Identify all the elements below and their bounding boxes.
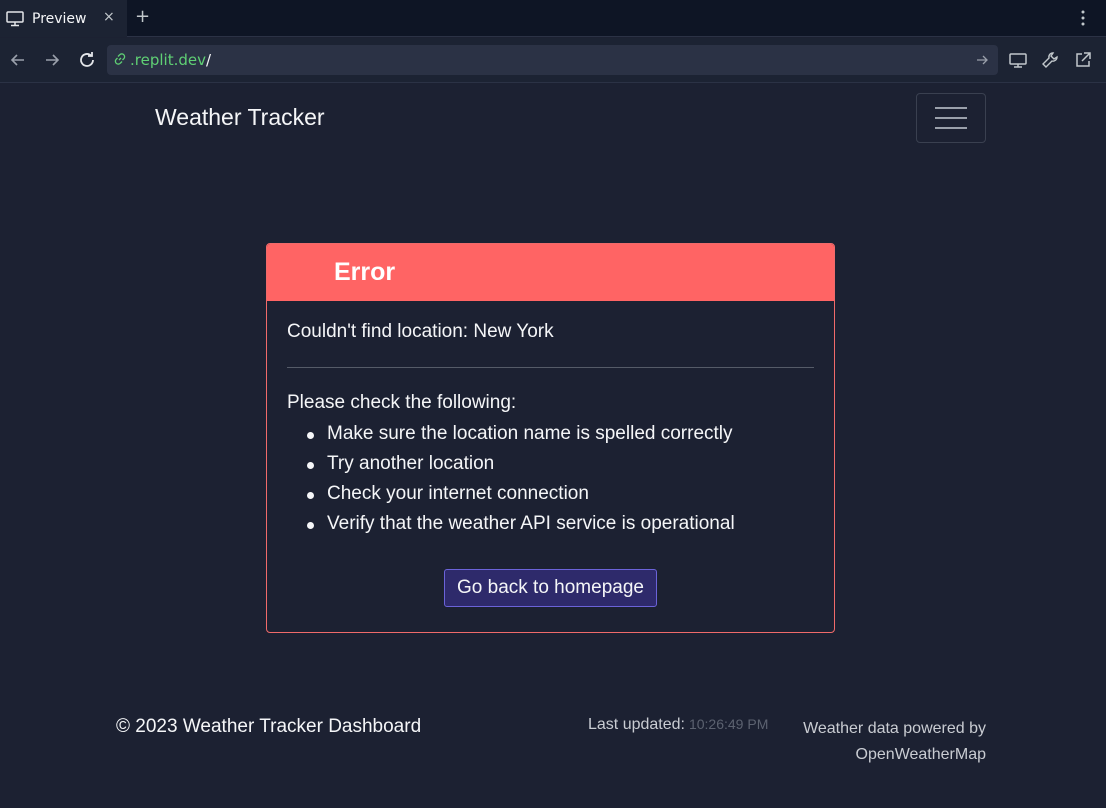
browser-tab-bar: Preview × + — [0, 0, 1106, 37]
list-item: Try another location — [307, 449, 814, 479]
divider — [287, 367, 814, 368]
app-page: Weather Tracker Error Couldn't find loca… — [0, 84, 1106, 808]
error-title: Error — [334, 258, 396, 286]
navbar-toggle-button[interactable] — [916, 93, 986, 143]
go-home-button[interactable]: Go back to homepage — [444, 569, 657, 607]
brand-title[interactable]: Weather Tracker — [155, 104, 325, 131]
url-host: .replit.dev — [130, 51, 206, 69]
footer-copyright: © 2023 Weather Tracker Dashboard — [116, 716, 422, 737]
wrench-icon[interactable] — [1040, 50, 1060, 70]
tab-title: Preview — [32, 10, 87, 27]
list-item: Verify that the weather API service is o… — [307, 509, 814, 539]
devices-icon[interactable] — [1008, 50, 1028, 70]
last-updated-label: Last updated: — [588, 716, 685, 733]
hamburger-icon-line — [935, 117, 967, 119]
more-options-icon[interactable] — [1074, 9, 1092, 27]
checks-list: Make sure the location name is spelled c… — [287, 419, 814, 539]
checks-title: Please check the following: — [287, 392, 517, 413]
hamburger-icon-line — [935, 127, 967, 129]
footer-powered-by: Weather data powered by OpenWeatherMap — [803, 720, 986, 763]
close-tab-icon[interactable]: × — [103, 9, 115, 25]
address-bar: .replit.dev / — [0, 38, 1106, 83]
error-card-body: Couldn't find location: New York Please … — [267, 301, 834, 607]
footer-last-updated: Last updated: 10:26:49 PM — [588, 716, 768, 734]
open-external-icon[interactable] — [1073, 50, 1093, 70]
back-icon[interactable] — [8, 50, 28, 70]
link-icon — [113, 51, 127, 70]
error-card-header: Error — [267, 244, 834, 301]
url-path: / — [205, 51, 212, 69]
monitor-icon — [6, 10, 26, 28]
list-item: Check your internet connection — [307, 479, 814, 509]
list-item: Make sure the location name is spelled c… — [307, 419, 814, 449]
error-message: Couldn't find location: New York — [287, 321, 554, 342]
tab-preview[interactable]: Preview × — [0, 0, 127, 37]
button-wrapper: Go back to homepage — [287, 569, 814, 607]
last-updated-time: 10:26:49 PM — [688, 716, 769, 732]
error-card: Error Couldn't find location: New York P… — [266, 243, 835, 633]
url-input[interactable]: .replit.dev / — [107, 45, 998, 75]
hamburger-icon-line — [935, 107, 967, 109]
reload-icon[interactable] — [77, 50, 97, 70]
new-tab-button[interactable]: + — [135, 6, 150, 27]
go-arrow-icon[interactable] — [974, 52, 990, 68]
forward-icon[interactable] — [42, 50, 62, 70]
